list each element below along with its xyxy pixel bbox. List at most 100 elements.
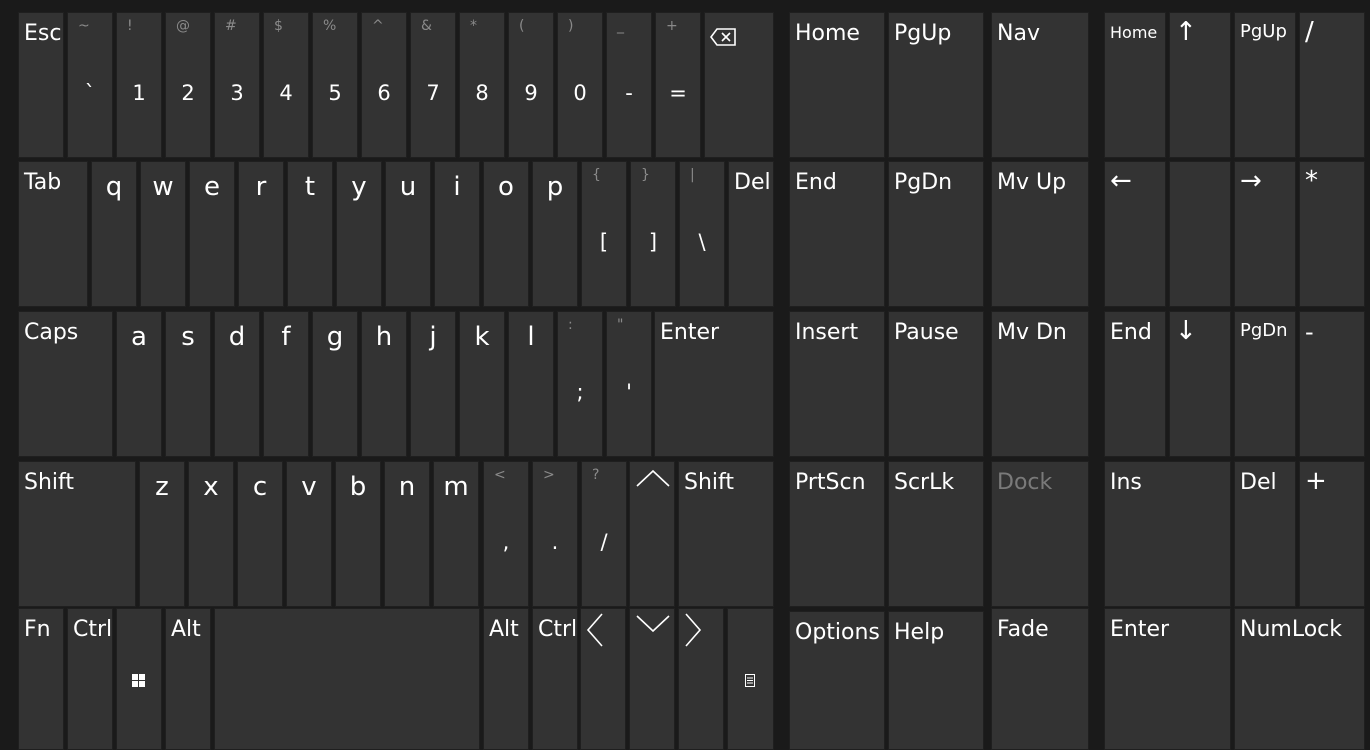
letter-key-c[interactable]: c [237,461,283,607]
numpad-plus-key[interactable]: + [1299,461,1365,607]
down-arrow-key[interactable] [629,608,675,750]
numpad-enter-label: Enter [1110,617,1170,642]
symbol-key[interactable]: % 5 [312,12,358,158]
numpad-down-key[interactable]: ↓ [1169,311,1231,457]
pgdn-key[interactable]: PgDn [888,161,984,307]
letter-key-f[interactable]: f [263,311,309,457]
symbol-key[interactable]: <, [483,461,529,607]
up-arrow-key[interactable] [629,461,675,607]
numpad-minus-key[interactable]: - [1299,311,1365,457]
numpad-left-key[interactable]: ← [1104,161,1166,307]
symbol-key[interactable]: ? / [581,461,627,607]
letter-key-k[interactable]: k [459,311,505,457]
fade-key[interactable]: Fade [991,608,1089,750]
letter-key-a[interactable]: a [116,311,162,457]
menu-key[interactable] [727,608,774,750]
symbol-key[interactable]: #3 [214,12,260,158]
numpad-home-key[interactable]: Home [1104,12,1166,158]
numlock-key[interactable]: NumLock [1234,608,1365,750]
numpad-ins-key[interactable]: Ins [1104,461,1231,607]
symbol-key[interactable]: & 7 [410,12,456,158]
letter-key-w[interactable]: w [140,161,186,307]
symbol-key[interactable]: * 8 [459,12,505,158]
alt-right-key[interactable]: Alt [483,608,529,750]
letter-key-z[interactable]: z [139,461,185,607]
letter-key-g[interactable]: g [312,311,358,457]
letter-key-l[interactable]: l [508,311,554,457]
symbol-key[interactable]: (9 [508,12,554,158]
home-key[interactable]: Home [789,12,885,158]
symbol-key[interactable]: _ - [606,12,652,158]
symbol-key[interactable]: @2 [165,12,211,158]
symbol-key[interactable]: :; [557,311,603,457]
symbol-key[interactable]: + = [655,12,701,158]
symbol-key[interactable]: }] [630,161,676,307]
symbol-key[interactable]: ~ ` [67,12,113,158]
fn-key[interactable]: Fn [18,608,64,750]
letter-key-o[interactable]: o [483,161,529,307]
symbol-key[interactable]: " ' [606,311,652,457]
left-arrow-key[interactable] [580,608,626,750]
letter-key-i[interactable]: i [434,161,480,307]
symbol-key[interactable]: ^ 6 [361,12,407,158]
letter-key-y[interactable]: y [336,161,382,307]
backspace-key[interactable] [704,12,774,158]
symbol-key[interactable]: ) 0 [557,12,603,158]
caps-key[interactable]: Caps [18,311,113,457]
nav-key[interactable]: Nav [991,12,1089,158]
move-down-key[interactable]: Mv Dn [991,311,1089,457]
right-arrow-key[interactable] [678,608,724,750]
symbol-key[interactable]: | \ [679,161,725,307]
enter-key[interactable]: Enter [654,311,774,457]
symbol-key[interactable]: >. [532,461,578,607]
numpad-enter-key[interactable]: Enter [1104,608,1231,750]
numpad-right-key[interactable]: → [1234,161,1296,307]
pause-key[interactable]: Pause [888,311,984,457]
letter-key-r[interactable]: r [238,161,284,307]
dock-key[interactable]: Dock [991,461,1089,607]
numpad-pgup-key[interactable]: PgUp [1234,12,1296,158]
letter-key-b[interactable]: b [335,461,381,607]
letter-key-m[interactable]: m [433,461,479,607]
tab-key[interactable]: Tab [18,161,88,307]
letter-key-v[interactable]: v [286,461,332,607]
numpad-5-key[interactable] [1169,161,1231,307]
letter-key-t[interactable]: t [287,161,333,307]
letter-key-d[interactable]: d [214,311,260,457]
shift-right-key[interactable]: Shift [678,461,774,607]
symbol-key[interactable]: {[ [581,161,627,307]
del-key[interactable]: Del [728,161,774,307]
windows-key[interactable] [116,608,162,750]
numpad-end-key[interactable]: End [1104,311,1166,457]
numpad-del-key[interactable]: Del [1234,461,1296,607]
scrlk-key[interactable]: ScrLk [888,461,984,607]
numpad-pgdn-key[interactable]: PgDn [1234,311,1296,457]
ctrl-left-key[interactable]: Ctrl [67,608,113,750]
letter-key-u[interactable]: u [385,161,431,307]
prtscn-key[interactable]: PrtScn [789,461,885,607]
numpad-star-key[interactable]: * [1299,161,1365,307]
ctrl-right-key[interactable]: Ctrl [532,608,578,750]
letter-key-n[interactable]: n [384,461,430,607]
letter-key-q[interactable]: q [91,161,137,307]
letter-key-x[interactable]: x [188,461,234,607]
letter-key-s[interactable]: s [165,311,211,457]
symbol-key[interactable]: $4 [263,12,309,158]
help-key[interactable]: Help [888,611,984,750]
space-key[interactable] [214,608,480,750]
letter-key-j[interactable]: j [410,311,456,457]
options-key[interactable]: Options [789,611,885,750]
pgup-key[interactable]: PgUp [888,12,984,158]
alt-left-key[interactable]: Alt [165,608,211,750]
shift-left-key[interactable]: Shift [18,461,136,607]
letter-key-p[interactable]: p [532,161,578,307]
letter-key-e[interactable]: e [189,161,235,307]
end-key[interactable]: End [789,161,885,307]
numpad-up-key[interactable]: ↑ [1169,12,1231,158]
symbol-key[interactable]: ! 1 [116,12,162,158]
move-up-key[interactable]: Mv Up [991,161,1089,307]
esc-key[interactable]: Esc [18,12,64,158]
letter-key-h[interactable]: h [361,311,407,457]
insert-key[interactable]: Insert [789,311,885,457]
numpad-slash-key[interactable]: / [1299,12,1365,158]
